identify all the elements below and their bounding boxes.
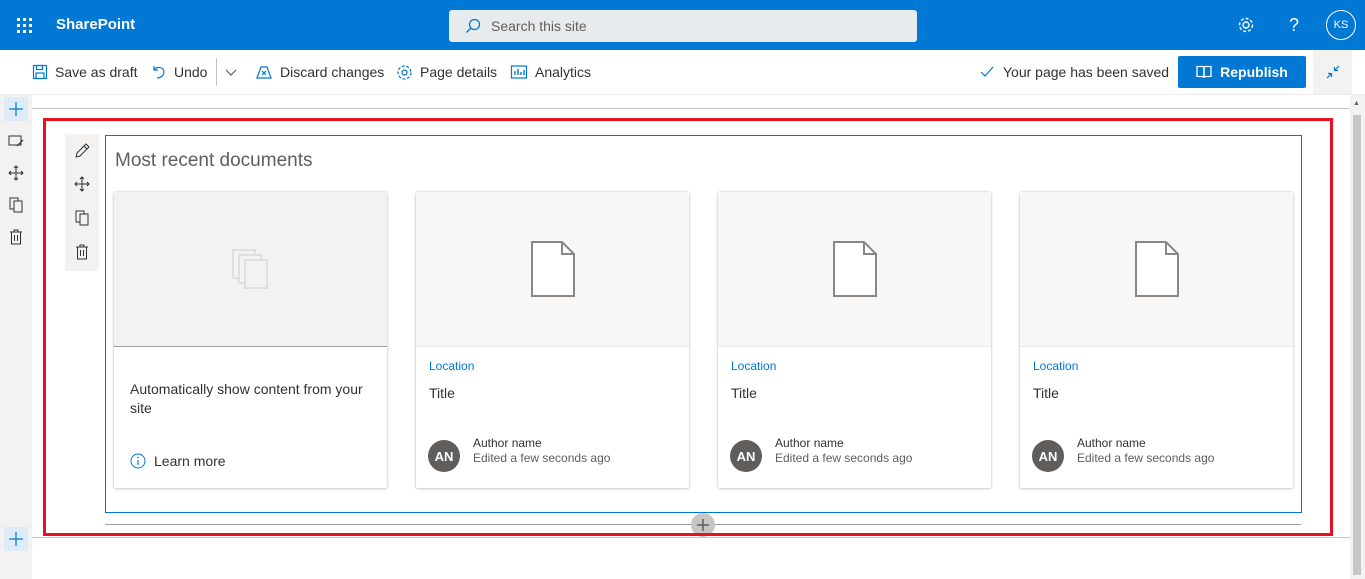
search-icon (466, 18, 481, 33)
undo-label: Undo (174, 64, 208, 80)
plus-icon (9, 532, 23, 546)
discard-changes-button[interactable]: Discard changes (255, 50, 384, 94)
command-bar: Save as draft Undo Discard changes Page … (0, 50, 1365, 95)
command-divider (216, 58, 217, 86)
add-section-bottom-button[interactable] (4, 527, 28, 551)
collapse-button[interactable] (1313, 50, 1352, 94)
scrollbar-thumb[interactable] (1353, 115, 1361, 575)
chevron-down-icon (225, 69, 237, 76)
trash-icon (10, 229, 22, 245)
save-status: Your page has been saved (980, 50, 1169, 94)
discard-icon (256, 66, 272, 79)
save-draft-button[interactable]: Save as draft (32, 50, 138, 94)
republish-label: Republish (1220, 64, 1288, 80)
move-section-button[interactable] (4, 161, 28, 185)
undo-menu-button[interactable] (224, 50, 245, 94)
delete-section-button[interactable] (4, 225, 28, 249)
account-avatar[interactable]: KS (1326, 10, 1356, 40)
section-toolbar (0, 95, 32, 579)
page-details-label: Page details (420, 64, 498, 80)
checkmark-icon (980, 66, 994, 77)
page-details-button[interactable]: Page details (396, 50, 497, 94)
search-box[interactable] (449, 10, 917, 42)
save-status-text: Your page has been saved (1003, 64, 1170, 80)
analytics-label: Analytics (535, 64, 592, 80)
book-icon (1196, 65, 1212, 79)
save-draft-label: Save as draft (55, 64, 138, 80)
gear-icon (1238, 17, 1254, 33)
duplicate-icon (9, 197, 23, 213)
undo-button[interactable]: Undo (151, 50, 207, 94)
collapse-icon (1326, 65, 1339, 79)
add-section-top-button[interactable] (4, 97, 28, 121)
settings-button[interactable] (1234, 13, 1258, 37)
edit-section-icon (8, 135, 24, 147)
analytics-icon (510, 65, 528, 79)
app-launcher-button[interactable] (0, 0, 48, 50)
help-icon: ? (1288, 14, 1299, 35)
brand-link[interactable]: SharePoint (56, 16, 135, 33)
plus-icon (9, 102, 23, 116)
analytics-button[interactable]: Analytics (510, 50, 591, 94)
save-icon (32, 64, 48, 80)
undo-icon (153, 66, 165, 79)
suite-bar: SharePoint ? KS (0, 0, 1365, 50)
help-button[interactable]: ? (1282, 13, 1306, 37)
duplicate-section-button[interactable] (4, 193, 28, 217)
waffle-icon (16, 17, 32, 33)
search-input[interactable] (491, 18, 871, 34)
move-icon (8, 165, 24, 181)
scroll-up-icon[interactable]: ▲ (1353, 100, 1360, 107)
page-details-icon (397, 64, 412, 80)
annotation-highlight-box (43, 118, 1333, 536)
republish-button[interactable]: Republish (1178, 56, 1306, 88)
section-border-top (32, 108, 1350, 109)
edit-section-button[interactable] (4, 129, 28, 153)
section-border-bottom (32, 537, 1350, 538)
discard-label: Discard changes (280, 64, 385, 80)
